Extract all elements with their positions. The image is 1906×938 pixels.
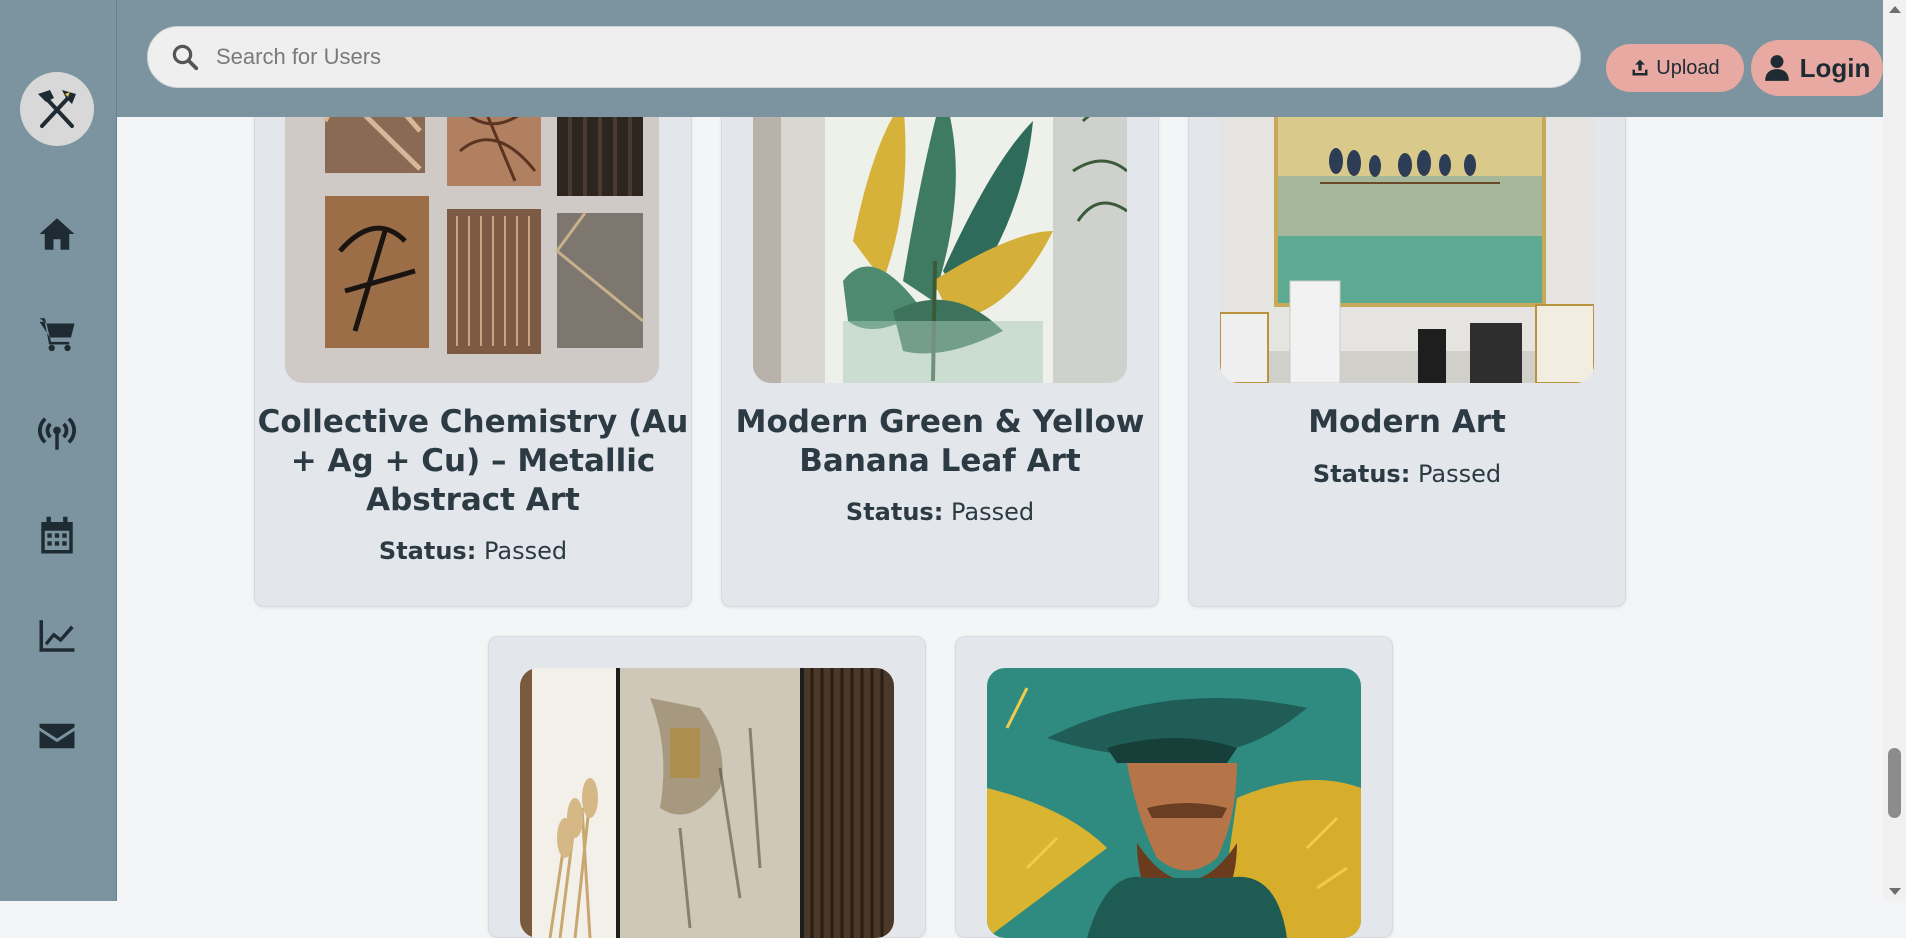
artwork-image[interactable] bbox=[520, 668, 894, 938]
artwork-status: Status: Passed bbox=[722, 498, 1158, 526]
status-label: Status: bbox=[378, 537, 477, 565]
artwork-title: Modern Green & Yellow Banana Leaf Art bbox=[735, 404, 1145, 479]
artwork-status: Status: Passed bbox=[255, 537, 691, 565]
status-label: Status: bbox=[845, 498, 944, 526]
artwork-image[interactable] bbox=[285, 81, 659, 383]
broadcast-icon[interactable] bbox=[35, 412, 79, 456]
home-icon[interactable] bbox=[35, 212, 79, 256]
artwork-image[interactable] bbox=[1220, 81, 1594, 383]
artwork-card[interactable] bbox=[955, 636, 1393, 938]
cart-icon[interactable] bbox=[35, 312, 79, 356]
login-button[interactable]: Login bbox=[1751, 40, 1883, 96]
logo[interactable] bbox=[20, 72, 94, 146]
status-label: Status: bbox=[1312, 460, 1411, 488]
search-bar[interactable] bbox=[147, 26, 1581, 88]
artwork-card[interactable]: Collective Chemistry (Au + Ag + Cu) – Me… bbox=[254, 80, 692, 607]
calendar-icon[interactable] bbox=[35, 514, 79, 558]
upload-button[interactable]: Upload bbox=[1606, 44, 1744, 92]
scroll-thumb[interactable] bbox=[1888, 748, 1901, 818]
chart-line-icon[interactable] bbox=[35, 614, 79, 658]
user-icon bbox=[1764, 55, 1789, 81]
hammer-pick-logo-icon bbox=[38, 90, 76, 128]
status-value: Passed bbox=[950, 498, 1035, 526]
artwork-title: Modern Art bbox=[1308, 404, 1506, 440]
search-icon bbox=[172, 44, 199, 71]
sidebar bbox=[0, 0, 117, 901]
artwork-image[interactable] bbox=[987, 668, 1361, 938]
scroll-up-arrow-icon[interactable] bbox=[1889, 6, 1901, 13]
status-value: Passed bbox=[1417, 460, 1502, 488]
top-header: Upload Login bbox=[117, 0, 1883, 117]
artwork-title: Collective Chemistry (Au + Ag + Cu) – Me… bbox=[257, 404, 689, 518]
scroll-down-arrow-icon[interactable] bbox=[1889, 888, 1901, 895]
envelope-icon[interactable] bbox=[35, 714, 79, 758]
status-value: Passed bbox=[483, 537, 568, 565]
artwork-status: Status: Passed bbox=[1189, 460, 1625, 488]
artwork-card[interactable]: Modern Art Status: Passed bbox=[1188, 80, 1626, 607]
search-input[interactable] bbox=[214, 43, 1518, 71]
upload-icon bbox=[1632, 59, 1648, 76]
login-label: Login bbox=[1799, 52, 1871, 83]
upload-label: Upload bbox=[1656, 56, 1720, 79]
artwork-card[interactable] bbox=[488, 636, 926, 938]
page-scrollbar[interactable] bbox=[1883, 0, 1906, 901]
artwork-card[interactable]: Modern Green & Yellow Banana Leaf Art St… bbox=[721, 80, 1159, 607]
artwork-image[interactable] bbox=[753, 81, 1127, 383]
